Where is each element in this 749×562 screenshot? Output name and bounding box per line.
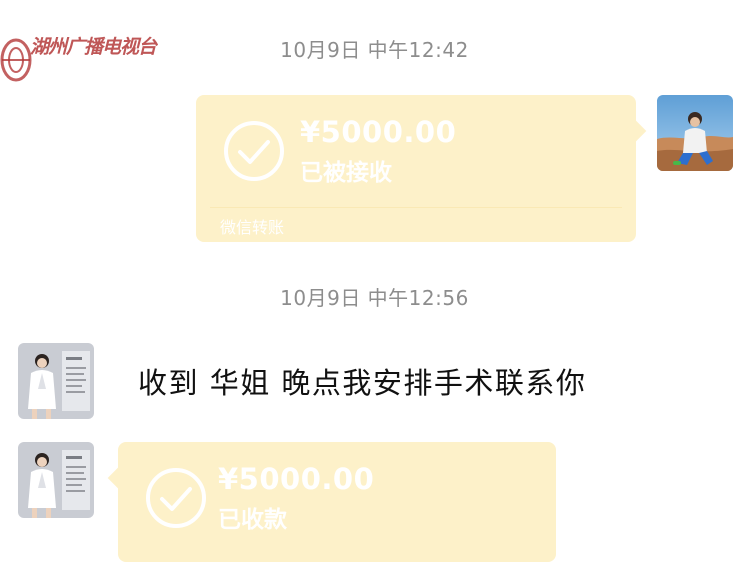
- transfer-footer-label: 微信转账: [220, 218, 285, 237]
- check-circle-icon: [224, 121, 284, 181]
- message-text[interactable]: 收到 华姐 晚点我安排手术联系你: [138, 360, 586, 402]
- message-timestamp: 10月9日 中午12:56: [280, 286, 469, 310]
- avatar-self-image: [657, 95, 733, 171]
- check-circle-icon: [146, 468, 206, 528]
- message-timestamp: 10月9日 中午12:42: [280, 38, 469, 62]
- bubble-tail: [623, 119, 647, 143]
- avatar-contact-image: [18, 343, 94, 419]
- avatar[interactable]: [657, 95, 733, 171]
- avatar-contact-image: [18, 442, 94, 518]
- transfer-message-received[interactable]: ¥5000.00 已收款: [107, 442, 556, 562]
- transfer-amount: ¥5000.00: [300, 115, 457, 149]
- transfer-amount: ¥5000.00: [218, 462, 375, 496]
- bubble-tail: [107, 466, 131, 490]
- transfer-status: 已收款: [218, 507, 287, 533]
- transfer-divider: [210, 207, 622, 208]
- transfer-status: 已被接收: [300, 160, 392, 186]
- transfer-message-sent[interactable]: ¥5000.00 已被接收 微信转账: [196, 95, 647, 242]
- avatar[interactable]: [18, 442, 94, 518]
- avatar[interactable]: [18, 343, 94, 419]
